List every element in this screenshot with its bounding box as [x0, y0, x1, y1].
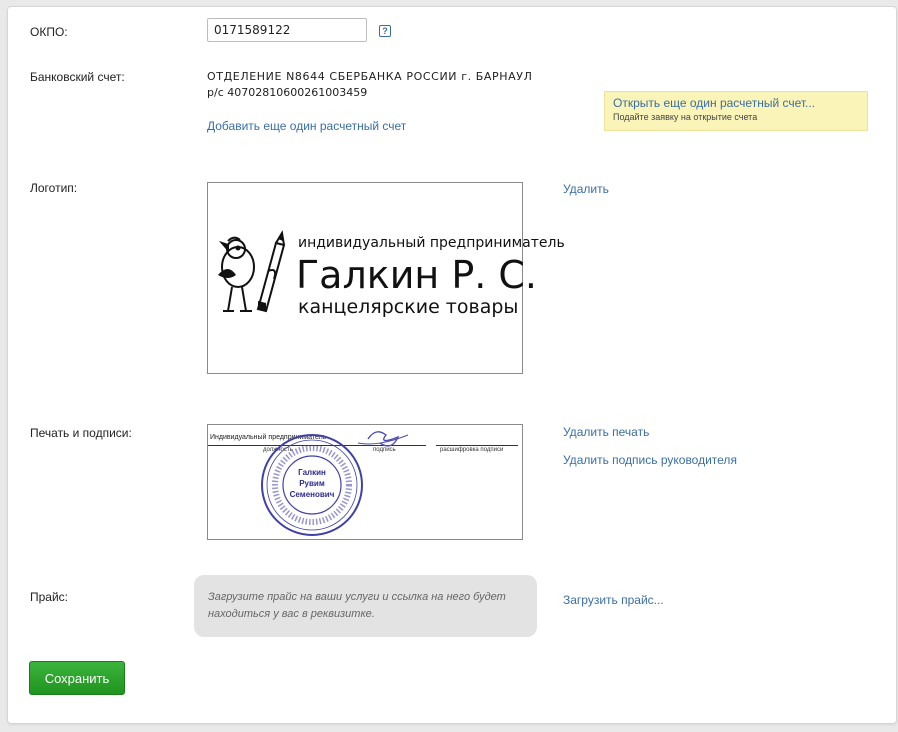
price-hint-box: Загрузите прайс на ваши услуги и ссылка …: [194, 575, 537, 637]
upload-price-link[interactable]: Загрузить прайс...: [563, 593, 664, 607]
okpo-label: ОКПО:: [30, 25, 68, 39]
logo-line2: Галкин Р. С.: [296, 253, 538, 297]
save-button[interactable]: Сохранить: [29, 661, 125, 695]
delete-logo-link[interactable]: Удалить: [563, 182, 609, 196]
stamp-icon: [261, 431, 409, 536]
seal-signatures-label: Печать и подписи:: [30, 426, 132, 440]
delete-seal-link[interactable]: Удалить печать: [563, 425, 649, 439]
logo-line1: индивидуальный предприниматель: [298, 235, 565, 251]
price-label: Прайс:: [30, 590, 69, 604]
stamp-line3: Семенович: [289, 490, 335, 499]
delete-signature-link[interactable]: Удалить подпись руководителя: [563, 453, 737, 467]
bank-account-number: р/с 40702810600261003459: [207, 86, 368, 99]
bank-account-label: Банковский счет:: [30, 70, 125, 84]
open-account-link[interactable]: Открыть еще один расчетный счет...: [613, 96, 859, 110]
help-icon[interactable]: ?: [379, 25, 391, 37]
logo-label: Логотип:: [30, 181, 78, 195]
bank-name: ОТДЕЛЕНИЕ N8644 СБЕРБАНКА РОССИИ г. БАРН…: [207, 70, 533, 83]
seal-signature-image: Индивидуальный предприниматель должность…: [207, 424, 523, 540]
requisites-form-panel: ОКПО: ? Банковский счет: ОТДЕЛЕНИЕ N8644…: [7, 6, 897, 724]
open-account-subtitle: Подайте заявку на открытие счета: [613, 112, 758, 122]
stamp-line2: Рувим: [299, 479, 325, 488]
logo-line3: канцелярские товары: [298, 296, 519, 318]
logo-image: индивидуальный предприниматель Галкин Р.…: [207, 182, 565, 374]
open-account-tip[interactable]: Открыть еще один расчетный счет... Подай…: [604, 91, 868, 131]
add-account-link[interactable]: Добавить еще один расчетный счет: [207, 119, 406, 133]
okpo-input[interactable]: [207, 18, 367, 42]
stamp-line1: Галкин: [298, 468, 326, 477]
